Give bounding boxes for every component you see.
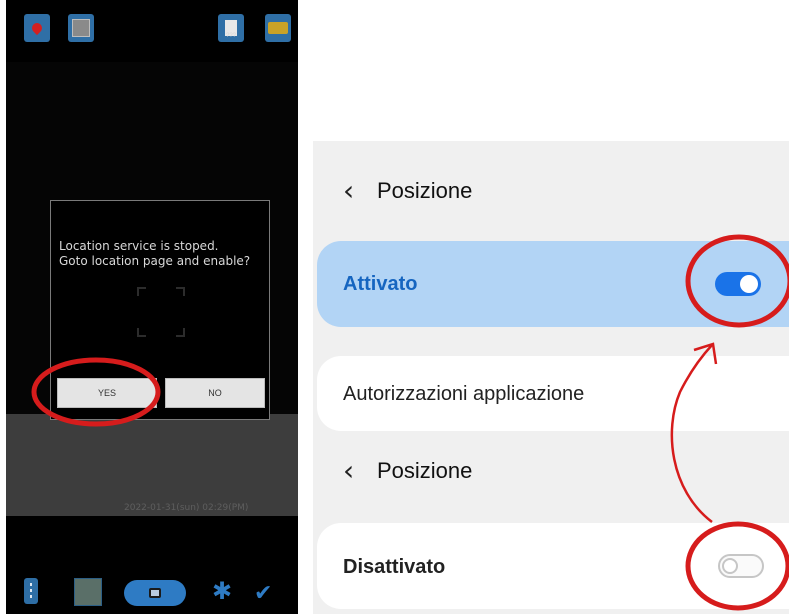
timestamp-label: 2022-01-31(sun) 02:29(PM) (124, 503, 249, 513)
switch-knob (722, 558, 738, 574)
location-switch-off[interactable] (718, 554, 764, 578)
tag-icon[interactable] (265, 14, 291, 42)
thumbnail-icon[interactable] (74, 578, 102, 606)
toggle-off-label: Disattivato (343, 556, 446, 578)
location-settings-panel: ‹ Posizione Attivato Autorizzazioni appl… (313, 141, 789, 614)
switch-knob (740, 275, 758, 293)
menu-icon[interactable] (24, 578, 38, 604)
bottom-toolbar: ✱ ✔ (6, 546, 298, 614)
gallery-icon[interactable] (68, 14, 94, 42)
back-arrow-icon[interactable]: ‹ (343, 177, 354, 205)
location-dialog: Location service is stoped. Goto locatio… (50, 200, 270, 420)
camera-icon[interactable] (124, 580, 186, 606)
no-button[interactable]: NO (165, 378, 265, 408)
dialog-message-line-1: Location service is stoped. (59, 239, 219, 253)
settings-header-2: ‹ Posizione (313, 441, 789, 501)
dialog-message: Location service is stoped. Goto locatio… (59, 239, 269, 269)
page-title: Posizione (377, 178, 473, 203)
document-icon[interactable]: ??? (218, 14, 244, 42)
map-pin-icon[interactable] (24, 14, 50, 42)
focus-frame-icon (137, 287, 185, 337)
app-permissions-row[interactable]: Autorizzazioni applicazione (317, 356, 789, 431)
document-icon-label: ??? (225, 33, 236, 39)
gear-icon[interactable]: ✱ (212, 579, 232, 605)
back-arrow-icon[interactable]: ‹ (343, 457, 354, 485)
toggle-on-label: Attivato (343, 273, 418, 295)
app-permissions-label: Autorizzazioni applicazione (343, 383, 585, 405)
camera-app-screen: ??? 2022-01-31(sun) 02:29(PM) Location s… (6, 0, 298, 614)
location-switch-on[interactable] (715, 272, 761, 296)
settings-header: ‹ Posizione (313, 161, 789, 221)
check-icon[interactable]: ✔ (254, 581, 272, 605)
page-title-2: Posizione (377, 458, 473, 483)
dialog-message-line-2: Goto location page and enable? (59, 254, 251, 268)
preview-strip (6, 414, 298, 516)
yes-button[interactable]: YES (57, 378, 157, 408)
top-toolbar: ??? (6, 0, 298, 62)
